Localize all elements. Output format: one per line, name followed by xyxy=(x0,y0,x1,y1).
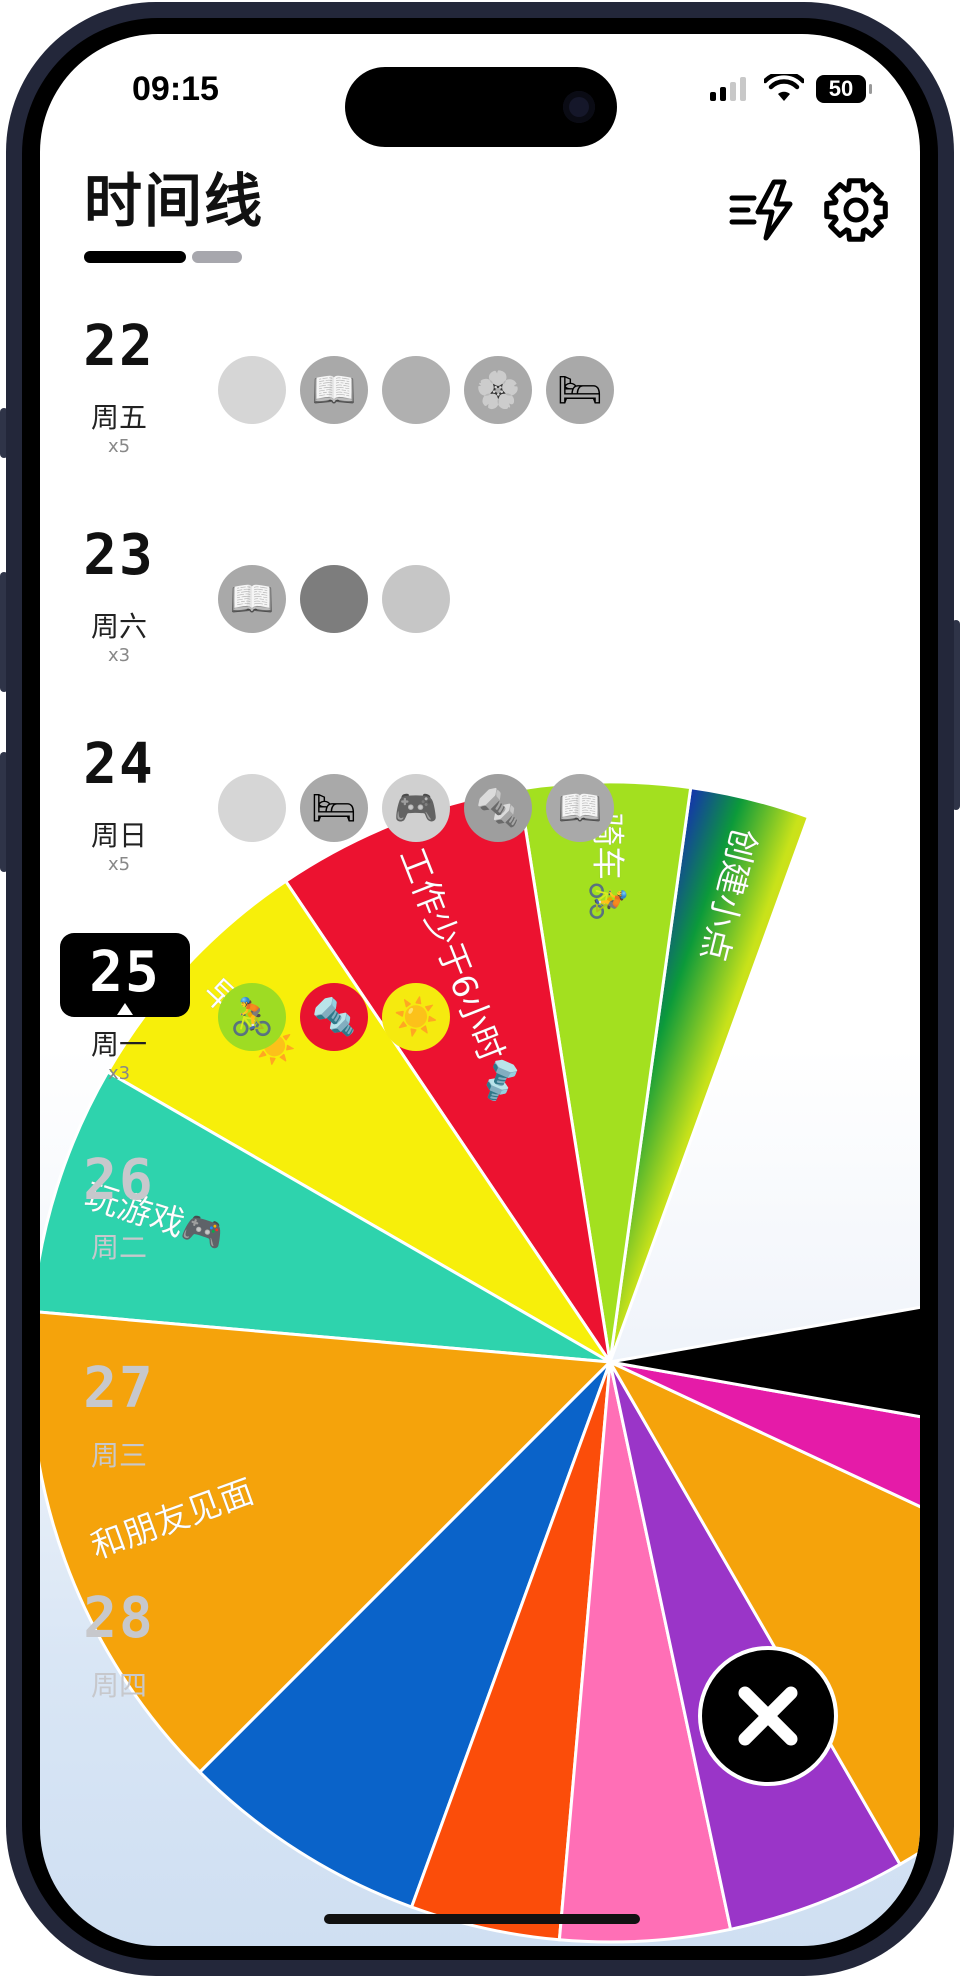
dynamic-island xyxy=(345,67,617,147)
page-title: 时间线 xyxy=(84,167,265,235)
weekday-label: 周四 xyxy=(90,1669,147,1702)
activity-dot[interactable]: 📖 xyxy=(218,565,286,633)
weekday-label: 周三 xyxy=(90,1439,147,1472)
day-number: 25 xyxy=(60,933,190,1017)
weekday-label: 周一 xyxy=(90,1028,147,1061)
activity-dot[interactable] xyxy=(218,356,286,424)
day-row-22[interactable]: 22 周五 x5 📖 🌸 🛏 xyxy=(40,314,920,464)
activity-dots: 📖 🌸 🛏 xyxy=(218,356,614,424)
page-indicator[interactable] xyxy=(84,251,242,263)
activity-dots: 📖 xyxy=(218,565,450,633)
day-number-text: 26 xyxy=(83,1148,155,1213)
day-number-text: 22 xyxy=(83,314,155,379)
activity-dot[interactable]: ☀️ xyxy=(382,983,450,1051)
day-row-26[interactable]: 26 周二 xyxy=(40,1148,920,1298)
activity-dot[interactable] xyxy=(218,774,286,842)
activity-dot[interactable]: 🔩 xyxy=(464,774,532,842)
app-screen: 创建小点骑车🚴工作少于6小时🔩早起☀️玩游戏🎮和朋友见面 09:15 50 时间… xyxy=(40,34,920,1946)
day-number: 22 xyxy=(60,314,178,379)
day-row-24[interactable]: 24 周日 x5 🛏 🎮 🔩 📖 xyxy=(40,732,920,882)
quick-add-lightning-icon[interactable] xyxy=(728,174,800,246)
activity-dot[interactable] xyxy=(300,565,368,633)
dot-count: x3 xyxy=(107,1063,131,1084)
close-x-icon xyxy=(738,1686,798,1746)
activity-dot[interactable]: 🌸 xyxy=(464,356,532,424)
weekday-label: 周六 xyxy=(90,610,147,643)
weekday-label: 周五 xyxy=(90,401,147,434)
cellular-signal-icon xyxy=(710,77,746,101)
day-row-23[interactable]: 23 周六 x3 📖 xyxy=(40,523,920,673)
activity-dot[interactable]: 📖 xyxy=(546,774,614,842)
activity-dot[interactable] xyxy=(382,565,450,633)
camera-icon xyxy=(563,91,595,123)
activity-dot[interactable]: 🚴 xyxy=(218,983,286,1051)
activity-dot[interactable] xyxy=(382,356,450,424)
day-number-text: 25 xyxy=(89,940,161,1005)
dot-count: x3 xyxy=(107,645,131,666)
dot-count: x5 xyxy=(107,436,131,457)
activity-dots: 🛏 🎮 🔩 📖 xyxy=(218,774,614,842)
page-indicator-active[interactable] xyxy=(84,251,186,263)
day-number: 24 xyxy=(60,732,178,797)
weekday-label: 周日 xyxy=(90,819,147,852)
activity-dot[interactable]: 📖 xyxy=(300,356,368,424)
weekday-label: 周二 xyxy=(90,1231,147,1264)
activity-dot[interactable]: 🛏 xyxy=(300,774,368,842)
gear-icon[interactable] xyxy=(820,174,892,246)
status-time: 09:15 xyxy=(132,70,219,108)
battery-icon: 50 xyxy=(816,75,872,103)
day-number-text: 24 xyxy=(83,732,155,797)
activity-dots: 🚴 🔩 ☀️ xyxy=(218,983,450,1051)
today-marker-icon xyxy=(117,1003,133,1015)
activity-dot[interactable]: 🎮 xyxy=(382,774,450,842)
day-number-text: 23 xyxy=(83,523,155,588)
status-icons: 50 xyxy=(708,74,872,104)
day-number: 23 xyxy=(60,523,178,588)
wifi-icon xyxy=(764,74,804,101)
day-number: 27 xyxy=(60,1356,178,1421)
day-number: 26 xyxy=(60,1148,178,1213)
day-number-text: 28 xyxy=(83,1586,155,1651)
activity-dot[interactable]: 🛏 xyxy=(546,356,614,424)
day-number: 28 xyxy=(60,1586,178,1651)
phone-frame: 创建小点骑车🚴工作少于6小时🔩早起☀️玩游戏🎮和朋友见面 09:15 50 时间… xyxy=(0,0,960,1979)
page-indicator-inactive[interactable] xyxy=(192,251,242,263)
day-row-25[interactable]: 25 周一 x3 🚴 🔩 ☀️ xyxy=(40,933,920,1091)
close-wheel-button[interactable] xyxy=(698,1646,838,1786)
day-row-27[interactable]: 27 周三 xyxy=(40,1356,920,1506)
home-indicator[interactable] xyxy=(324,1914,640,1924)
activity-dot[interactable]: 🔩 xyxy=(300,983,368,1051)
day-number-text: 27 xyxy=(83,1356,155,1421)
dot-count: x5 xyxy=(107,854,131,875)
